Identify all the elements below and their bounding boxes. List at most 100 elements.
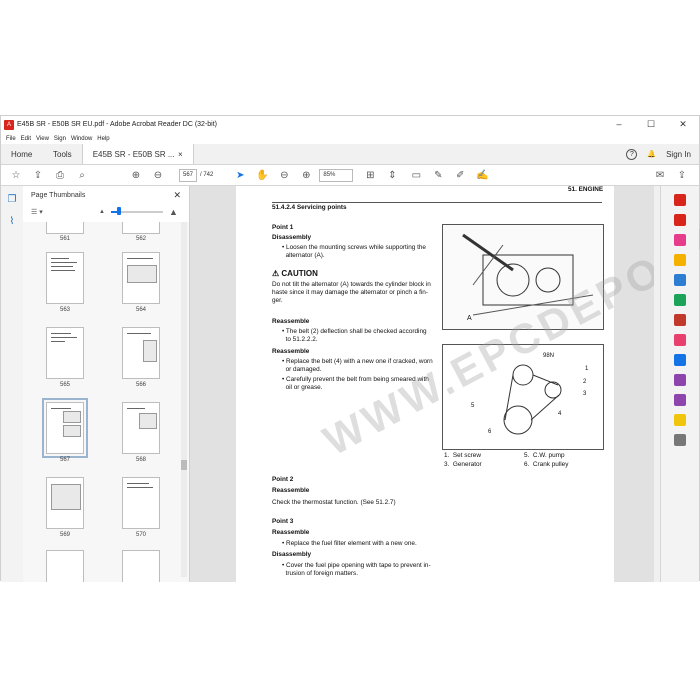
hand-tool-icon[interactable]: ✋: [255, 168, 269, 182]
thumbnail-page[interactable]: [46, 222, 84, 234]
left-nav-strip: ❐ ⌇: [1, 186, 24, 582]
svg-text:3: 3: [583, 391, 587, 397]
page-down-icon[interactable]: ⊖: [151, 168, 165, 182]
close-window-button[interactable]: ✕: [667, 116, 699, 133]
acrobat-window: A E45B SR - E50B SR EU.pdf - Adobe Acrob…: [0, 115, 700, 582]
maximize-button[interactable]: ☐: [635, 116, 667, 133]
print-icon[interactable]: ⎙: [53, 168, 67, 182]
thumbnail-page[interactable]: [122, 222, 160, 234]
compress-pdf-icon[interactable]: [674, 314, 686, 326]
zoom-select[interactable]: 85%: [319, 168, 354, 182]
redact-icon[interactable]: [674, 334, 686, 346]
thumbnail-page[interactable]: [122, 252, 160, 304]
export-pdf-icon[interactable]: [674, 194, 686, 206]
fill-sign-tool-icon[interactable]: [674, 374, 686, 386]
thumbnail-page-number: 561: [59, 236, 70, 242]
menu-edit[interactable]: Edit: [21, 136, 31, 142]
thumbnail-page[interactable]: [122, 550, 160, 582]
thermostat-text: Check the thermostat function. (See 51.2…: [272, 499, 396, 506]
notifications-icon[interactable]: 🔔: [647, 150, 656, 158]
share-icon[interactable]: ⇪: [675, 168, 689, 182]
disassembly-heading: Disassembly: [272, 234, 312, 241]
mail-icon[interactable]: ✉: [653, 168, 667, 182]
thumbnail-page-number: 570: [135, 532, 146, 538]
thumbnail-page-number: 566: [135, 382, 146, 388]
title-bar: A E45B SR - E50B SR EU.pdf - Adobe Acrob…: [1, 116, 699, 133]
menu-view[interactable]: View: [36, 136, 49, 142]
disassembly-heading: Disassembly: [272, 551, 312, 558]
caution-heading: ⚠ CAUTION: [272, 269, 318, 278]
zoom-out-icon[interactable]: ⊖: [277, 168, 291, 182]
page-number-input[interactable]: 567: [179, 168, 198, 182]
thumbnails-title: Page Thumbnails: [31, 191, 86, 199]
page-header: 51. ENGINE: [568, 186, 604, 193]
thumbnail-page[interactable]: [46, 252, 84, 304]
page-total: / 742: [200, 172, 214, 178]
thumbnails-nav-icon[interactable]: ❐: [5, 194, 19, 208]
thumbnail-page-number: 563: [59, 307, 70, 313]
point3-heading: Point 3: [272, 518, 294, 525]
bullet-text: • Loosen the mounting screws while suppo…: [282, 244, 426, 259]
page-up-icon[interactable]: ⊕: [129, 168, 143, 182]
bookmark-star-icon[interactable]: ☆: [9, 168, 23, 182]
protect-icon[interactable]: [674, 354, 686, 366]
thumbnail-page[interactable]: [122, 477, 160, 529]
menu-file[interactable]: File: [6, 136, 16, 142]
minimize-button[interactable]: –: [603, 116, 635, 133]
thumbnail-list: 561 562 563 564 565 566 567 568 569 570: [23, 222, 189, 582]
send-for-signature-icon[interactable]: [674, 394, 686, 406]
zoom-large-icon: ▲: [169, 207, 178, 217]
attachments-nav-icon[interactable]: ⌇: [5, 216, 19, 230]
options-menu-icon[interactable]: ☰ ▾: [31, 208, 43, 216]
tab-document[interactable]: E45B SR - E50B SR ... ×: [81, 144, 194, 164]
reassemble-heading: Reassemble: [272, 487, 310, 494]
main-toolbar: ☆ ⇪ ⎙ ⌕ ⊕ ⊖ 567 / 742 ➤ ✋ ⊖ ⊕ 85% ⊞ ⇕ ▭ …: [1, 165, 699, 186]
thumbnails-header: Page Thumbnails ✕: [23, 186, 189, 204]
legend-item: 1. Set screw: [444, 452, 481, 459]
zoom-in-icon[interactable]: ⊕: [299, 168, 313, 182]
thumbnail-page-selected[interactable]: [42, 398, 88, 458]
svg-text:5: 5: [471, 403, 475, 409]
pdf-page: 51. ENGINE 51.4.2.4 Servicing points Poi…: [236, 175, 700, 582]
fill-sign-icon[interactable]: ✍: [475, 168, 489, 182]
measure-icon[interactable]: [674, 414, 686, 426]
thumbnails-scrollbar[interactable]: [181, 222, 187, 577]
bullet-text: • Replace the fuel filter element with a…: [282, 540, 417, 547]
close-panel-icon[interactable]: ✕: [173, 190, 181, 201]
thumbnail-page[interactable]: [46, 327, 84, 379]
organize-pages-icon[interactable]: [674, 294, 686, 306]
comment-tool-icon[interactable]: [674, 254, 686, 266]
tab-document-label: E45B SR - E50B SR ...: [92, 149, 175, 159]
combine-files-icon[interactable]: [674, 274, 686, 286]
help-icon[interactable]: ?: [626, 148, 638, 160]
thumbnail-page[interactable]: [122, 402, 160, 454]
sign-in-button[interactable]: Sign In: [666, 150, 691, 159]
thumbnail-page-number: 562: [135, 236, 146, 242]
tab-home[interactable]: Home: [1, 144, 43, 164]
select-cursor-icon[interactable]: ➤: [233, 168, 247, 182]
header-rule: [272, 202, 602, 203]
scrollbar-thumb[interactable]: [181, 460, 187, 470]
menu-help[interactable]: Help: [97, 136, 109, 142]
thumbnail-page[interactable]: [46, 477, 84, 529]
scroll-mode-icon[interactable]: ⇕: [385, 168, 399, 182]
highlight-icon[interactable]: ✐: [453, 168, 467, 182]
fit-page-icon[interactable]: ⊞: [363, 168, 377, 182]
menu-window[interactable]: Window: [71, 136, 92, 142]
thumbnail-page-number: 568: [135, 457, 146, 463]
edit-pdf-icon[interactable]: [674, 234, 686, 246]
thumbnail-page[interactable]: [122, 327, 160, 379]
more-tools-icon[interactable]: [674, 434, 686, 446]
menu-sign[interactable]: Sign: [54, 136, 66, 142]
create-pdf-icon[interactable]: [674, 214, 686, 226]
thumbnail-page-number: 565: [59, 382, 70, 388]
upload-icon[interactable]: ⇪: [31, 168, 45, 182]
thumbnail-page[interactable]: [46, 550, 84, 582]
slider-handle[interactable]: [117, 207, 121, 215]
search-icon[interactable]: ⌕: [75, 168, 89, 182]
tab-tools[interactable]: Tools: [43, 144, 82, 164]
pen-icon[interactable]: ✎: [431, 168, 445, 182]
svg-text:1: 1: [585, 366, 589, 372]
comment-icon[interactable]: ▭: [409, 168, 423, 182]
tab-close-icon[interactable]: ×: [178, 150, 183, 159]
